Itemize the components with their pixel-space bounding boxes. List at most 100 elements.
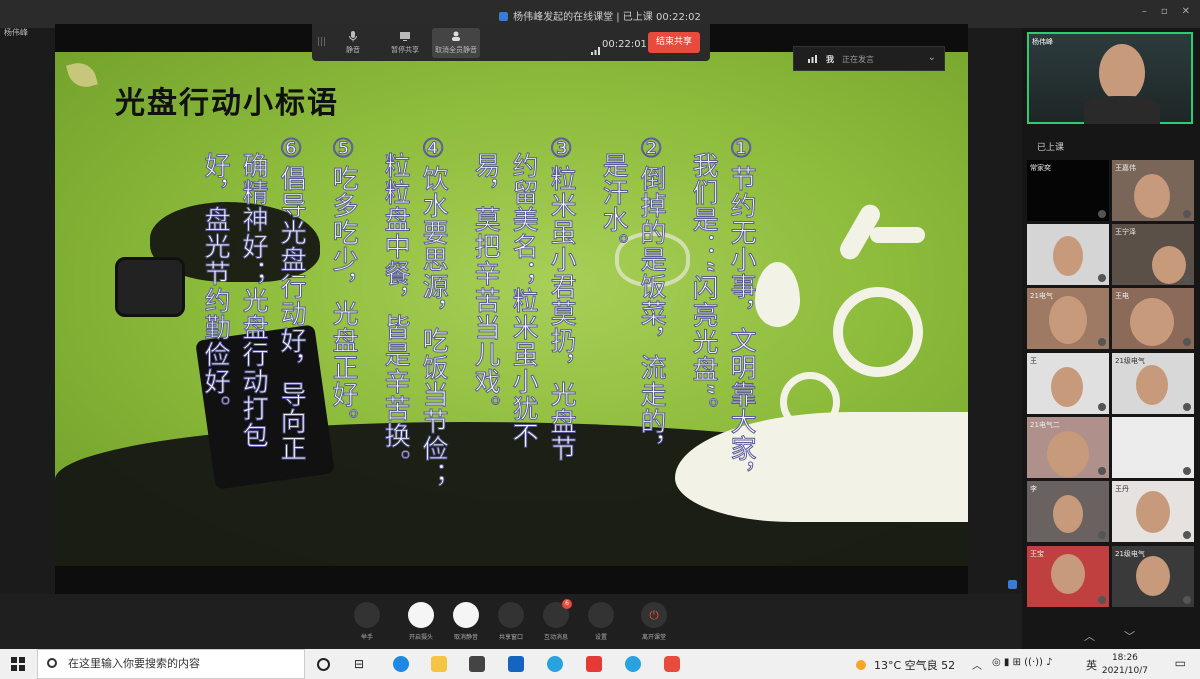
share-window-button[interactable]: 共享窗口 xyxy=(490,602,532,641)
participant-tile[interactable]: 21电气二 xyxy=(1027,417,1109,478)
share-window-icon xyxy=(498,602,524,628)
slogan-column: 约留美名；粒米虽小犹不 xyxy=(508,152,539,450)
slogan-column: 我们是：“闪亮光盘”。 xyxy=(688,152,719,425)
chat-toggle-icon[interactable] xyxy=(1008,580,1017,589)
participant-tile[interactable]: 王电 xyxy=(1112,288,1194,349)
host-label: 杨伟峰 xyxy=(4,28,28,37)
gear-icon xyxy=(588,602,614,628)
hazard-barrel-icon xyxy=(115,257,185,317)
feishu-icon[interactable] xyxy=(547,656,563,672)
wps-icon[interactable] xyxy=(586,656,602,672)
system-tray-icons[interactable]: ◎ ▮ ⊞ ((·)) ♪ xyxy=(992,657,1053,668)
classroom-icon xyxy=(499,12,509,21)
share-timer: 00:22:01 xyxy=(602,39,647,50)
messages-button[interactable]: 6 互动消息 xyxy=(535,599,577,641)
participant-tile[interactable]: 王 xyxy=(1027,353,1109,414)
file-explorer-icon[interactable] xyxy=(431,656,447,672)
mic-muted-icon xyxy=(1098,596,1106,604)
sun-icon xyxy=(856,660,866,670)
chevron-down-icon[interactable]: ﹀ xyxy=(1124,628,1135,644)
hand-icon xyxy=(354,602,380,628)
chevron-up-icon[interactable]: ︿ xyxy=(972,657,982,672)
search-icon xyxy=(47,658,57,668)
mic-muted-icon xyxy=(1183,210,1191,218)
mic-muted-icon xyxy=(1183,274,1191,282)
recycle-icon xyxy=(833,287,923,377)
message-badge: 6 xyxy=(562,599,572,609)
unmute-all-button[interactable]: 取消全员静音 xyxy=(432,28,480,58)
participant-tile[interactable]: 王嘉伟 xyxy=(1112,160,1194,221)
water-drop-icon xyxy=(755,262,800,327)
slogan-column: ⑥倡导光盘行动好，导向正 xyxy=(276,134,307,463)
participant-face xyxy=(1099,44,1145,102)
maximize-icon[interactable]: ▫ xyxy=(1161,6,1168,17)
mic-muted-icon xyxy=(1183,467,1191,475)
chevron-up-icon[interactable]: ︿ xyxy=(1084,628,1095,644)
mic-muted-icon xyxy=(1098,531,1106,539)
windmill-blade xyxy=(870,227,925,243)
participant-tile[interactable] xyxy=(1027,224,1109,285)
taskbar-search-input[interactable]: 在这里输入你要搜索的内容 xyxy=(37,649,305,679)
screen-share-icon xyxy=(400,32,410,41)
power-icon: ⏻ xyxy=(641,602,667,628)
slogan-column: 好，盘光节约勤俭好。 xyxy=(200,152,231,423)
windows-start-icon[interactable] xyxy=(11,657,25,674)
weather-widget[interactable]: 13°C 空气良 52 xyxy=(856,657,955,673)
slogan-column: 确精神好；光盘行动打包 xyxy=(238,152,269,450)
participant-tile[interactable]: 王丹 xyxy=(1112,481,1194,542)
slide-title: 光盘行动小标语 xyxy=(115,86,339,121)
camera-button[interactable]: 开启摄头 xyxy=(400,602,442,641)
stop-share-button[interactable]: 结束共享 xyxy=(648,32,700,53)
mail-icon[interactable] xyxy=(508,656,524,672)
raise-hand-button[interactable]: 举手 xyxy=(346,602,388,641)
mic-muted-icon xyxy=(1098,210,1106,218)
participant-tile[interactable]: 王宝 xyxy=(1027,546,1109,607)
mic-off-icon xyxy=(453,602,479,628)
participant-body xyxy=(1084,96,1160,124)
notification-icon[interactable]: ▭ xyxy=(1175,656,1186,670)
microphone-icon xyxy=(349,31,357,42)
mute-button[interactable]: 静音 xyxy=(330,28,376,58)
participant-tile[interactable]: 王宁泽 xyxy=(1112,224,1194,285)
participant-tile[interactable]: 21级电气 xyxy=(1112,353,1194,414)
participant-tile[interactable]: 21级电气 xyxy=(1112,546,1194,607)
speaking-indicator: 我 正在发言 ⌄ xyxy=(793,46,945,71)
mic-muted-icon xyxy=(1183,403,1191,411)
slogan-column: 易，莫把辛苦当儿戏。 xyxy=(470,152,501,423)
app-window: 杨伟峰发起的在线课堂 | 已上课 00:22:02 – ▫ ✕ 杨伟峰 光盘行动… xyxy=(0,0,1200,679)
speaking-status: 正在发言 xyxy=(842,55,874,64)
leaf-decoration-icon xyxy=(66,59,98,91)
camera-off-icon xyxy=(408,602,434,628)
store-icon[interactable] xyxy=(469,656,485,672)
edge-icon[interactable] xyxy=(393,656,409,672)
group-mute-icon xyxy=(452,31,460,41)
ime-indicator[interactable]: 英 xyxy=(1086,657,1097,673)
close-icon[interactable]: ✕ xyxy=(1182,6,1190,17)
unmute-button[interactable]: 取消静音 xyxy=(445,602,487,641)
minimize-icon[interactable]: – xyxy=(1142,6,1147,17)
mic-muted-icon xyxy=(1098,338,1106,346)
windows-taskbar: 在这里输入你要搜索的内容 ⊟ 13°C 空气良 52 ︿ ◎ ▮ ⊞ ((·))… xyxy=(0,649,1200,679)
taskbar-clock[interactable]: 18:26 2021/10/7 xyxy=(1102,652,1148,678)
flower-icon xyxy=(780,372,840,432)
drag-handle-icon[interactable]: ||| xyxy=(317,37,326,47)
participant-tile[interactable]: 常家奕 xyxy=(1027,160,1109,221)
chevron-down-icon[interactable]: ⌄ xyxy=(928,52,936,63)
classroom-app-icon[interactable] xyxy=(664,656,680,672)
mic-muted-icon xyxy=(1183,338,1191,346)
lark-icon[interactable] xyxy=(625,656,641,672)
task-view-icon[interactable]: ⊟ xyxy=(354,656,370,672)
slogan-column: ④饮水要思源，吃饭当节俭； xyxy=(418,134,449,490)
self-video-tile[interactable]: 杨伟峰 xyxy=(1027,32,1193,124)
class-status: 已上课 xyxy=(1037,143,1065,153)
participant-tile[interactable] xyxy=(1112,417,1194,478)
leave-class-button[interactable]: ⏻ 离开课堂 xyxy=(633,602,675,641)
participant-tile[interactable]: 李 xyxy=(1027,481,1109,542)
participant-tile[interactable]: 21电气 xyxy=(1027,288,1109,349)
slogan-column: 是汗水。 xyxy=(598,152,629,261)
pause-share-button[interactable]: 暂停共享 xyxy=(382,28,428,58)
cortana-icon[interactable] xyxy=(317,658,330,671)
slogan-column: ①节约无小事，文明靠大家， xyxy=(726,134,757,490)
settings-button[interactable]: 设置 xyxy=(580,602,622,641)
mic-muted-icon xyxy=(1098,467,1106,475)
